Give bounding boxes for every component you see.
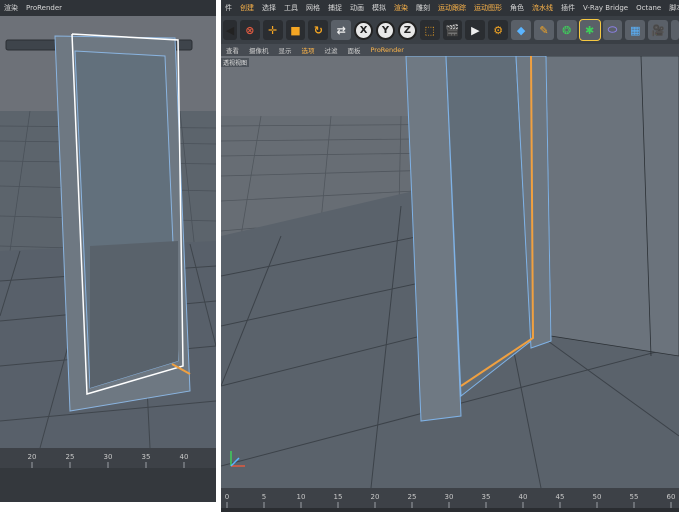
menu-item-16[interactable]: Octane bbox=[632, 4, 665, 12]
left-timeline[interactable]: 20 25 30 35 40 bbox=[0, 448, 216, 468]
environment-icon[interactable]: ⬭ bbox=[602, 20, 623, 40]
deformer-icon[interactable]: ✱ bbox=[578, 19, 601, 41]
view-menu-item-5[interactable]: 面板 bbox=[343, 45, 366, 55]
menu-item-11[interactable]: 运动图形 bbox=[470, 3, 506, 13]
axis-y-button[interactable]: Y bbox=[376, 20, 395, 40]
timeline-tick-label: 0 bbox=[225, 493, 229, 501]
timeline-tick-label: 45 bbox=[556, 493, 565, 501]
coordinate-system-icon[interactable]: ⬚ bbox=[419, 20, 440, 40]
menu-item-15[interactable]: V-Ray Bridge bbox=[579, 4, 632, 12]
timeline-tick-label: 20 bbox=[28, 453, 37, 461]
menu-item-1[interactable]: 创建 bbox=[236, 3, 258, 13]
right-3d-viewport[interactable]: 透视视图 bbox=[221, 56, 679, 488]
timeline-tick-label: 10 bbox=[297, 493, 306, 501]
timeline-tick-label: 20 bbox=[371, 493, 380, 501]
menu-item-14[interactable]: 插件 bbox=[557, 3, 579, 13]
left-timeline-ruler: 20 25 30 35 40 bbox=[28, 453, 189, 468]
menu-item-prorender[interactable]: ProRender bbox=[22, 4, 66, 12]
axis-z-button[interactable]: Z bbox=[397, 20, 417, 40]
floor-object-icon[interactable]: ▦ bbox=[625, 20, 646, 40]
menu-item-4[interactable]: 网格 bbox=[302, 3, 324, 13]
left-3d-viewport[interactable] bbox=[0, 16, 216, 448]
menu-item-13[interactable]: 流水线 bbox=[528, 3, 557, 13]
render-view-icon[interactable]: 🎬 bbox=[442, 20, 463, 40]
right-menu-bar: 件创建 选择 工具 网格 捕捉 动画 模拟 渲染 雕刻 运动跟踪 运动图形 角色 流水线 插件 V-Ray … bbox=[221, 0, 679, 16]
right-timeline[interactable]: 0 5 10 15 20 25 30 35 40 45 50 55 60 bbox=[221, 488, 679, 508]
menu-item-7[interactable]: 模拟 bbox=[368, 3, 390, 13]
menu-item-12[interactable]: 角色 bbox=[506, 3, 528, 13]
viewport-menu-bar: 查看 摄像机 显示 选项 过滤 面板 ProRender bbox=[221, 44, 679, 56]
timeline-tick-label: 35 bbox=[142, 453, 151, 461]
left-scene bbox=[0, 16, 216, 448]
render-settings-icon[interactable]: ⚙ bbox=[488, 20, 509, 40]
move-icon[interactable]: ✛ bbox=[262, 20, 283, 40]
menu-item-2[interactable]: 选择 bbox=[258, 3, 280, 13]
timeline-tick-label: 5 bbox=[262, 493, 266, 501]
timeline-tick-label: 15 bbox=[334, 493, 343, 501]
view-menu-item-2[interactable]: 显示 bbox=[274, 45, 297, 55]
rotate-icon[interactable]: ↻ bbox=[308, 20, 329, 40]
menu-item-8[interactable]: 渲染 bbox=[390, 3, 412, 13]
timeline-tick-label: 55 bbox=[630, 493, 639, 501]
viewport-label: 透视视图 bbox=[221, 58, 250, 67]
menu-item-5[interactable]: 捕捉 bbox=[324, 3, 346, 13]
right-wall bbox=[545, 56, 679, 357]
timeline-tick-label: 40 bbox=[180, 453, 189, 461]
right-timeline-ruler: 0 5 10 15 20 25 30 35 40 45 50 55 60 bbox=[225, 493, 676, 508]
timeline-tick-label: 40 bbox=[519, 493, 528, 501]
right-viewport-panel: 件创建 选择 工具 网格 捕捉 动画 模拟 渲染 雕刻 运动跟踪 运动图形 角色 流水线 插件 V-Ray … bbox=[221, 0, 679, 512]
light-icon[interactable] bbox=[671, 20, 679, 40]
camera-icon[interactable]: 🎥 bbox=[648, 20, 669, 40]
timeline-tick-label: 50 bbox=[593, 493, 602, 501]
menu-item-6[interactable]: 动画 bbox=[346, 3, 368, 13]
generator-icon[interactable]: ❂ bbox=[556, 20, 577, 40]
menu-item-10[interactable]: 运动跟踪 bbox=[434, 3, 470, 13]
recent-tool-icon[interactable]: ⇄ bbox=[331, 20, 352, 40]
menu-item-17[interactable]: 脚本 bbox=[665, 3, 679, 13]
render-picture-viewer-icon[interactable]: ▶ bbox=[465, 20, 486, 40]
right-status-bar bbox=[221, 508, 679, 512]
left-menu-bar: 渲染 ProRender bbox=[0, 0, 216, 16]
main-toolbar: ◀ ⊗ ✛ ■ ↻ ⇄ X Y Z ⬚ 🎬 ▶ ⚙ ◆ ✎ ❂ ✱ ⬭ ▦ 🎥 bbox=[221, 16, 679, 44]
view-menu-item-0[interactable]: 查看 bbox=[221, 45, 244, 55]
timeline-tick-label: 60 bbox=[667, 493, 676, 501]
menu-item-0[interactable]: 件 bbox=[221, 3, 236, 13]
right-scene bbox=[221, 56, 679, 488]
view-menu-item-3[interactable]: 选项 bbox=[297, 45, 320, 55]
cube-icon[interactable]: ◆ bbox=[511, 20, 531, 40]
timeline-tick-label: 35 bbox=[482, 493, 491, 501]
timeline-tick-label: 25 bbox=[66, 453, 75, 461]
pen-icon[interactable]: ✎ bbox=[534, 20, 554, 40]
menu-item-3[interactable]: 工具 bbox=[280, 3, 302, 13]
scale-icon[interactable]: ■ bbox=[285, 20, 306, 40]
left-viewport-panel: 渲染 ProRender 20 25 30 35 40 bbox=[0, 0, 216, 502]
timeline-tick-label: 30 bbox=[445, 493, 454, 501]
view-menu-item-4[interactable]: 过滤 bbox=[320, 45, 343, 55]
timeline-tick-label: 30 bbox=[104, 453, 113, 461]
view-menu-item-6[interactable]: ProRender bbox=[366, 46, 409, 54]
undo-icon[interactable]: ◀ bbox=[223, 20, 237, 40]
menu-item-render[interactable]: 渲染 bbox=[0, 3, 22, 13]
select-cursor-icon[interactable]: ⊗ bbox=[239, 20, 260, 40]
view-menu-item-1[interactable]: 摄像机 bbox=[244, 45, 274, 55]
menu-item-9[interactable]: 雕刻 bbox=[412, 3, 434, 13]
timeline-tick-label: 25 bbox=[408, 493, 417, 501]
axis-x-button[interactable]: X bbox=[354, 20, 373, 40]
left-status-area bbox=[0, 468, 216, 502]
